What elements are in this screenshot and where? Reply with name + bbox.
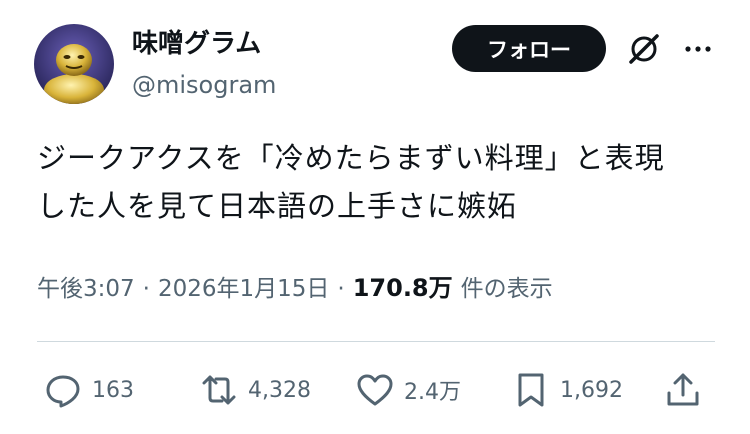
reply-count: 163 [92,377,134,403]
bookmark-count: 1,692 [560,377,623,403]
share-button[interactable] [664,362,712,418]
like-button[interactable]: 2.4万 [356,362,461,418]
more-icon[interactable] [679,30,717,68]
share-icon [667,373,699,406]
post-date[interactable]: 2026年1月15日 [158,269,329,303]
like-icon [357,374,393,406]
views-label: 件の表示 [460,276,553,302]
bookmark-icon [518,373,544,407]
action-bar: 163 4,328 2.4万 1,692 [0,362,750,418]
repost-count: 4,328 [248,377,311,403]
meta-separator: · [142,276,150,302]
repost-icon [202,375,236,405]
display-name[interactable]: 味噌グラム [132,28,261,60]
grok-icon[interactable] [625,30,663,68]
reply-icon [46,375,80,408]
repost-button[interactable]: 4,328 [200,362,311,418]
meta-separator: · [337,276,345,302]
user-handle[interactable]: @misogram [132,70,276,100]
tweet-text: ジークアクスを「冷めたらまずい料理」と表現 した人を見て日本語の上手さに嫉妬 [37,134,727,230]
views-count[interactable]: 170.8万 [353,268,453,303]
avatar[interactable] [34,24,114,104]
tweet-meta: 午後3:07 · 2026年1月15日 · 170.8万 件の表示 [37,268,553,304]
tweet-text-line: した人を見て日本語の上手さに嫉妬 [37,189,518,223]
like-count: 2.4万 [404,380,461,405]
follow-button[interactable]: フォロー [452,25,606,72]
bookmark-button[interactable]: 1,692 [512,362,623,418]
reply-button[interactable]: 163 [44,362,134,418]
divider [37,341,715,342]
tweet-text-line: ジークアクスを「冷めたらまずい料理」と表現 [37,141,665,175]
post-time[interactable]: 午後3:07 [37,269,135,303]
